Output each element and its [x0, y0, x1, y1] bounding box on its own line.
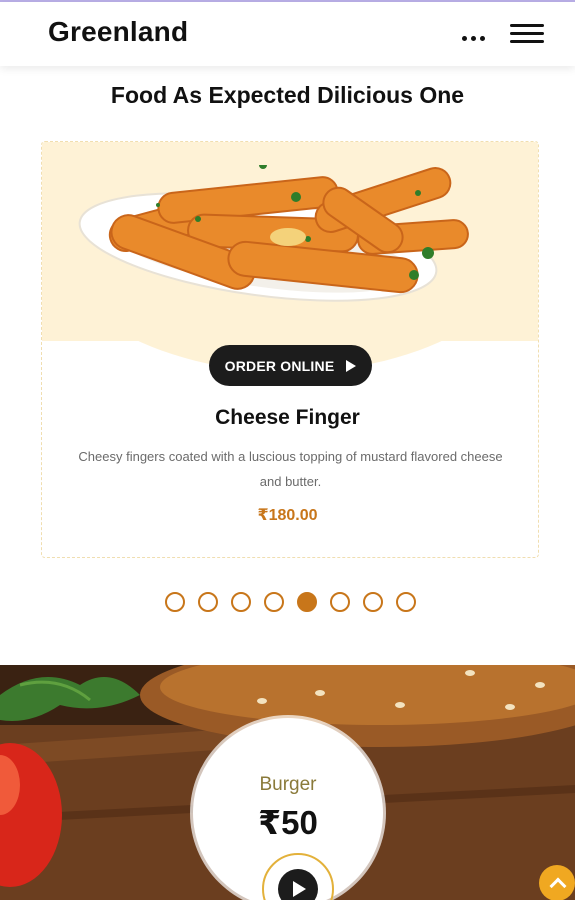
- pagination-dot-1[interactable]: [165, 592, 185, 612]
- dot: [462, 35, 467, 41]
- pagination-dot-5[interactable]: [297, 592, 317, 612]
- hamburger-menu-icon[interactable]: [510, 22, 546, 46]
- pagination-dot-2[interactable]: [198, 592, 218, 612]
- play-icon: [346, 359, 357, 372]
- play-icon: [293, 881, 306, 897]
- product-description: Cheesy fingers coated with a luscious to…: [78, 449, 503, 489]
- site-header: Greenland: [0, 2, 575, 66]
- cheese-finger-image: [78, 165, 469, 302]
- section-title: Food As Expected Dilicious One: [110, 82, 465, 108]
- product-price: ₹180.00: [257, 507, 318, 524]
- pagination-dot-6[interactable]: [330, 592, 350, 612]
- more-dots-icon[interactable]: [462, 28, 490, 48]
- menu-bar: [510, 40, 544, 43]
- chevron-up-icon[interactable]: [539, 865, 575, 900]
- menu-bar: [510, 32, 544, 35]
- dot: [480, 35, 485, 41]
- product-name: Cheese Finger: [215, 406, 360, 429]
- brand-logo-text[interactable]: Greenland: [48, 16, 188, 48]
- slider-pagination: [165, 592, 416, 612]
- order-online-label: ORDER ONLINE: [224, 357, 335, 374]
- dot: [471, 35, 476, 41]
- order-online-button[interactable]: ORDER ONLINE: [209, 345, 372, 386]
- pagination-dot-4[interactable]: [264, 592, 284, 612]
- pagination-dot-8[interactable]: [396, 592, 416, 612]
- pagination-dot-3[interactable]: [231, 592, 251, 612]
- promo-item-price: ₹50: [258, 804, 318, 841]
- menu-bar: [510, 24, 544, 27]
- pagination-dot-7[interactable]: [363, 592, 383, 612]
- promo-item-name: Burger: [259, 774, 317, 795]
